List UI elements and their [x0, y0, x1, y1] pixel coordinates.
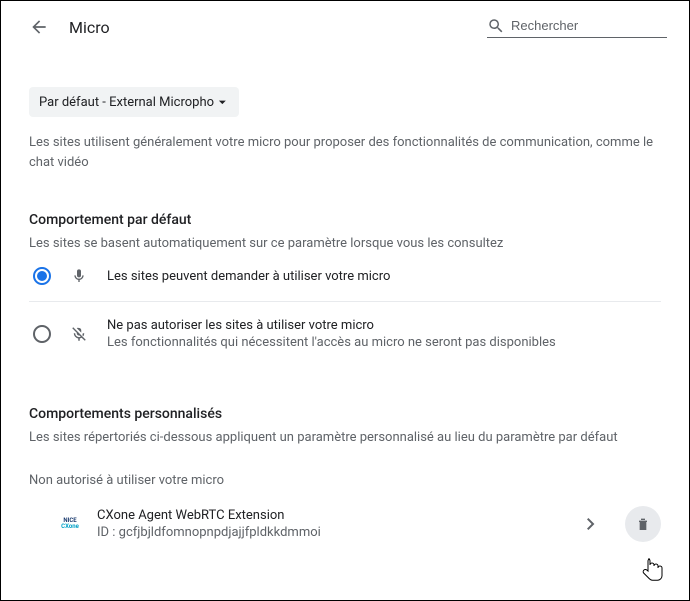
extension-id: ID : gcfjbjldfomnopnpdjajjfpldkkdmmoi: [97, 525, 577, 540]
extension-icon: NICE CXone: [59, 513, 81, 535]
back-button[interactable]: [23, 11, 55, 43]
search-input[interactable]: [511, 18, 667, 33]
radio-option-allow[interactable]: Les sites peuvent demander à utiliser vo…: [29, 251, 661, 301]
default-behavior-title: Comportement par défaut: [29, 212, 661, 228]
mic-device-dropdown[interactable]: Par défaut - External Microphone: [29, 87, 239, 117]
dropdown-arrow-icon: [214, 93, 231, 111]
radio-allow-label: Les sites peuvent demander à utiliser vo…: [107, 269, 390, 284]
search-field[interactable]: [487, 17, 667, 38]
site-details-arrow[interactable]: [577, 515, 625, 534]
page-title: Micro: [69, 18, 110, 37]
radio-button-allow[interactable]: [33, 267, 51, 285]
radio-option-block[interactable]: Ne pas autoriser les sites à utiliser vo…: [29, 302, 661, 366]
blocked-heading: Non autorisé à utiliser votre micro: [29, 473, 661, 488]
radio-block-sub: Les fonctionnalités qui nécessitent l'ac…: [107, 335, 556, 350]
blocked-site-row[interactable]: NICE CXone CXone Agent WebRTC Extension …: [29, 506, 661, 542]
delete-site-button[interactable]: [625, 506, 661, 542]
custom-behavior-desc: Les sites répertoriés ci-dessous appliqu…: [29, 430, 661, 445]
default-behavior-desc: Les sites se basent automatiquement sur …: [29, 236, 661, 251]
microphone-off-icon: [69, 325, 89, 343]
intro-description: Les sites utilisent généralement votre m…: [29, 133, 661, 172]
mic-device-selected: Par défaut - External Microphone: [39, 95, 214, 110]
trash-icon: [635, 516, 651, 532]
chevron-right-icon: [587, 518, 595, 530]
radio-block-label: Ne pas autoriser les sites à utiliser vo…: [107, 318, 556, 333]
extension-name: CXone Agent WebRTC Extension: [97, 508, 577, 523]
microphone-icon: [69, 268, 89, 284]
custom-behavior-title: Comportements personnalisés: [29, 406, 661, 422]
search-icon: [487, 17, 505, 35]
radio-button-block[interactable]: [33, 325, 51, 343]
arrow-back-icon: [29, 17, 49, 37]
